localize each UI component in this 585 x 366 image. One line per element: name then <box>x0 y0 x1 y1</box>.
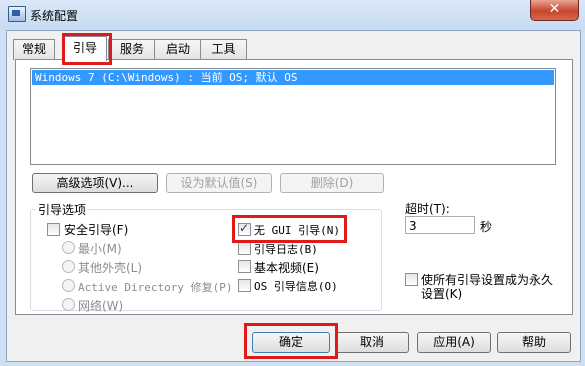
tab-boot[interactable]: 引导 <box>63 36 107 61</box>
minimal-radio[interactable] <box>62 241 75 254</box>
close-button[interactable]: ✕ <box>530 0 579 21</box>
boot-tab-panel: Windows 7 (C:\Windows) : 当前 OS; 默认 OS 高级… <box>15 59 573 315</box>
boot-log-checkbox[interactable] <box>238 242 251 255</box>
tab-services[interactable]: 服务 <box>108 39 156 60</box>
boot-options-title: 引导选项 <box>36 201 89 218</box>
system-config-app-icon <box>8 6 26 22</box>
timeout-input[interactable]: 3 <box>405 216 475 234</box>
make-permanent-label-line2: 设置(K) <box>421 287 463 301</box>
title-bar[interactable]: 系统配置 ✕ <box>0 0 585 30</box>
tab-tools[interactable]: 工具 <box>200 39 247 60</box>
base-video-label: 基本视频(E) <box>254 261 319 275</box>
help-button[interactable]: 帮助 <box>497 332 571 353</box>
timeout-label: 超时(T): <box>405 202 450 216</box>
active-directory-repair-radio[interactable] <box>62 279 75 292</box>
tab-startup[interactable]: 启动 <box>154 39 202 60</box>
no-gui-boot-checkbox[interactable] <box>238 221 251 236</box>
alternate-shell-radio[interactable] <box>62 260 75 273</box>
apply-button[interactable]: 应用(A) <box>417 332 491 353</box>
ok-button[interactable]: 确定 <box>252 332 330 353</box>
make-permanent-checkbox[interactable] <box>405 273 418 286</box>
active-directory-repair-label: Active Directory 修复(P) <box>78 281 233 294</box>
advanced-options-button[interactable]: 高级选项(V)... <box>32 173 158 193</box>
alternate-shell-label: 其他外壳(L) <box>78 261 143 275</box>
os-list[interactable]: Windows 7 (C:\Windows) : 当前 OS; 默认 OS <box>30 68 556 165</box>
base-video-checkbox[interactable] <box>238 260 251 273</box>
boot-log-label: 引导日志(B) <box>254 243 318 256</box>
network-radio[interactable] <box>62 298 75 311</box>
cancel-button[interactable]: 取消 <box>335 332 409 353</box>
system-configuration-window: 系统配置 ✕ 常规 引导 服务 启动 工具 Windows 7 (C:\Wind… <box>0 0 585 366</box>
delete-button[interactable]: 删除(D) <box>280 173 384 193</box>
no-gui-boot-label: 无 GUI 引导(N) <box>254 224 340 237</box>
minimal-label: 最小(M) <box>78 242 122 256</box>
safe-boot-checkbox[interactable] <box>47 223 60 236</box>
safe-boot-label: 安全引导(F) <box>64 223 129 237</box>
os-boot-info-checkbox[interactable] <box>238 279 251 292</box>
timeout-unit-label: 秒 <box>480 220 493 234</box>
tab-general[interactable]: 常规 <box>13 39 55 60</box>
dialog-client-area: 常规 引导 服务 启动 工具 Windows 7 (C:\Windows) : … <box>6 30 581 362</box>
network-label: 网络(W) <box>78 299 124 313</box>
os-boot-info-label: OS 引导信息(O) <box>254 280 338 293</box>
set-as-default-button[interactable]: 设为默认值(S) <box>166 173 272 193</box>
os-list-item[interactable]: Windows 7 (C:\Windows) : 当前 OS; 默认 OS <box>32 70 554 85</box>
window-title: 系统配置 <box>30 9 79 23</box>
